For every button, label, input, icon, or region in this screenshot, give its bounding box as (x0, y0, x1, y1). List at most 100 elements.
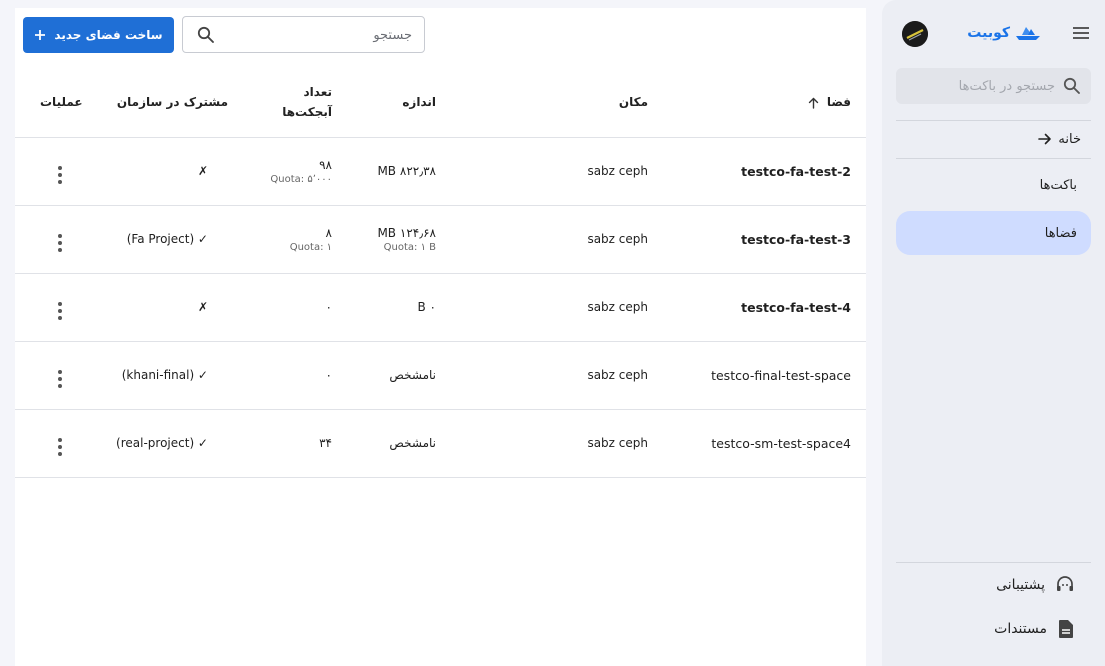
header-operations: عملیات (15, 68, 115, 138)
space-name-cell: testco-final-test-space (656, 341, 866, 410)
table-row[interactable]: testco-final-test-space sabz ceph نامشخص ۰ ✓… (15, 341, 866, 410)
avatar[interactable] (902, 21, 928, 47)
home-link[interactable]: خانه (896, 122, 1091, 156)
shared-cell: ✗ (115, 273, 228, 342)
location-value: sabz ceph (587, 300, 648, 314)
search-icon (1063, 77, 1080, 94)
operations-cell (15, 137, 115, 206)
table-row[interactable]: testco-fa-test-2 sabz ceph ۸۲۲٫۳۸ MB ۹۸ Quot… (15, 137, 866, 206)
operations-cell (15, 273, 115, 342)
create-space-label: ساخت فضای جدید (54, 28, 163, 42)
shared-status: ✓ (khani-final) (121, 368, 208, 382)
location-cell: sabz ceph (436, 205, 656, 274)
sidebar-item-buckets[interactable]: باکت‌ها (896, 163, 1091, 207)
space-name[interactable]: testco-fa-test-3 (741, 232, 851, 247)
sort-arrow-up-icon[interactable] (808, 97, 819, 109)
shared-cell: ✓ (khani-final) (115, 341, 228, 410)
more-options-icon[interactable] (53, 301, 67, 320)
object-count-value: ۰ (325, 300, 332, 314)
location-value: sabz ceph (587, 368, 648, 382)
size-cell: نامشخص (332, 409, 436, 478)
create-space-button[interactable]: ساخت فضای جدید (23, 17, 174, 53)
header-location: مکان (436, 68, 656, 138)
table-header-row: فضا مکان اندازه تعداد آبجکت‌ها مشترک در … (15, 68, 866, 138)
space-name[interactable]: testco-fa-test-2 (741, 164, 851, 179)
support-icon (1057, 576, 1073, 591)
size-cell: ۸۲۲٫۳۸ MB (332, 137, 436, 206)
docs-link[interactable]: مستندات (896, 609, 1091, 649)
spaces-table: فضا مکان اندازه تعداد آبجکت‌ها مشترک در … (15, 68, 866, 478)
sidebar: کوبیت خانه (882, 0, 1105, 666)
object-count-value: ۹۸ (319, 157, 332, 172)
shared-status: ✗ (197, 300, 208, 314)
header-object-count: تعداد آبجکت‌ها (228, 68, 332, 138)
space-name[interactable]: testco-final-test-space (711, 368, 851, 383)
sidebar-item-spaces[interactable]: فضاها (896, 211, 1091, 255)
table-row[interactable]: testco-fa-test-3 sabz ceph ۱۲۴٫۶۸ MB Quota:… (15, 205, 866, 274)
space-name[interactable]: testco-fa-test-4 (741, 300, 851, 315)
object-count-cell: ۳۴ (228, 409, 332, 478)
object-count-quota: Quota: ۱ (289, 241, 332, 253)
space-search-input[interactable] (232, 25, 412, 45)
space-name-cell: testco-fa-test-4 (656, 273, 866, 342)
table-row[interactable]: testco-fa-test-4 sabz ceph ۰ B ۰ ✗ (15, 273, 866, 342)
location-value: sabz ceph (587, 232, 648, 246)
arrow-right-icon (1038, 133, 1052, 145)
sidebar-item-label: باکت‌ها (1039, 177, 1077, 193)
operations-cell (15, 341, 115, 410)
size-cell: ۰ B (332, 273, 436, 342)
shared-cell: ✓ (real-project) (115, 409, 228, 478)
bucket-search-input[interactable] (915, 78, 1055, 94)
shared-cell: ✓ (Fa Project) (115, 205, 228, 274)
object-count-cell: ۰ (228, 273, 332, 342)
shared-status: ✓ (real-project) (116, 436, 208, 450)
object-count-value: ۸ (325, 225, 332, 240)
shared-status: ✗ (197, 164, 208, 178)
divider (896, 120, 1091, 121)
location-cell: sabz ceph (436, 409, 656, 478)
support-label: پشتیبانی (996, 577, 1045, 593)
main-panel: ساخت فضای جدید فضا مکان اندا (15, 8, 866, 666)
object-count-cell: ۰ (228, 341, 332, 410)
support-link[interactable]: پشتیبانی (896, 565, 1091, 605)
more-options-icon[interactable] (53, 165, 67, 184)
search-icon[interactable] (197, 26, 215, 44)
shared-cell: ✗ (115, 137, 228, 206)
size-cell: ۱۲۴٫۶۸ MB Quota: ۱ B (332, 205, 436, 274)
menu-icon[interactable] (1071, 24, 1091, 42)
object-count-cell: ۸ Quota: ۱ (228, 205, 332, 274)
bucket-search-box[interactable] (896, 68, 1091, 104)
location-cell: sabz ceph (436, 137, 656, 206)
size-value: نامشخص (389, 368, 436, 382)
app-root: ساخت فضای جدید فضا مکان اندا (0, 0, 1105, 666)
more-options-icon[interactable] (53, 369, 67, 388)
brand-logo[interactable]: کوبیت (967, 25, 1042, 41)
more-options-icon[interactable] (53, 233, 67, 252)
document-icon (1059, 620, 1073, 638)
location-cell: sabz ceph (436, 273, 656, 342)
shared-status: ✓ (Fa Project) (126, 232, 208, 246)
size-value: ۰ B (417, 300, 436, 314)
object-count-value: ۰ (325, 368, 332, 382)
space-name[interactable]: testco-sm-test-space4 (711, 436, 851, 451)
sidebar-item-label: فضاها (1044, 225, 1077, 241)
space-name-cell: testco-sm-test-space4 (656, 409, 866, 478)
object-count-cell: ۹۸ Quota: ۵٬۰۰۰ (228, 137, 332, 206)
table-row[interactable]: testco-sm-test-space4 sabz ceph نامشخص ۳۴ ✓ … (15, 409, 866, 478)
object-count-value: ۳۴ (319, 436, 332, 450)
space-search-box[interactable] (182, 16, 425, 53)
plus-icon (35, 30, 46, 40)
location-value: sabz ceph (587, 436, 648, 450)
home-label: خانه (1058, 131, 1081, 147)
header-size: اندازه (332, 68, 436, 138)
boat-logo-icon (1016, 27, 1040, 40)
size-value: نامشخص (389, 436, 436, 450)
size-value: ۸۲۲٫۳۸ MB (377, 164, 436, 178)
divider (896, 562, 1091, 563)
space-name-cell: testco-fa-test-2 (656, 137, 866, 206)
header-space[interactable]: فضا (656, 68, 866, 138)
space-name-cell: testco-fa-test-3 (656, 205, 866, 274)
location-value: sabz ceph (587, 164, 648, 178)
more-options-icon[interactable] (53, 437, 67, 456)
size-quota: Quota: ۱ B (383, 241, 436, 253)
